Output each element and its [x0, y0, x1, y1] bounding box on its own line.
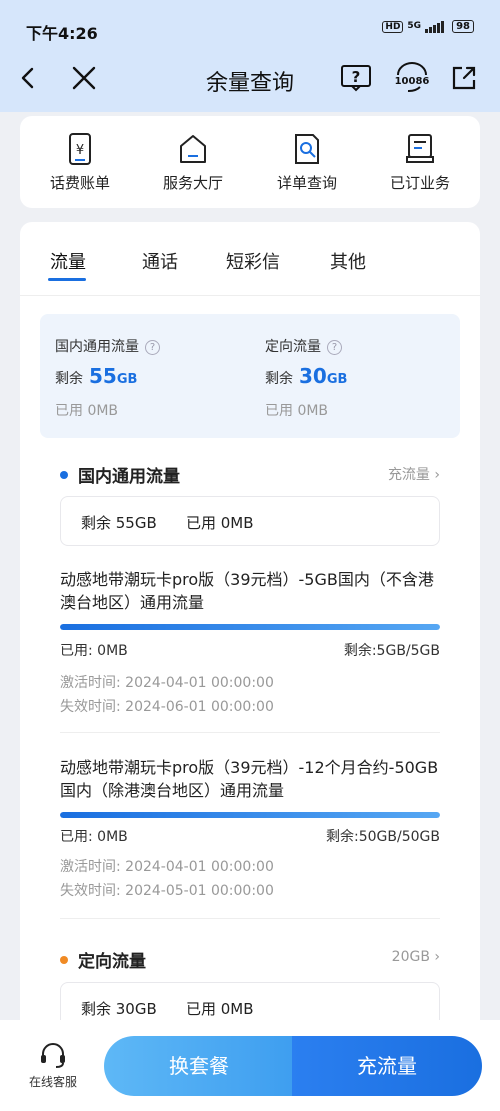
- bottom-bar: 在线客服 换套餐 充流量: [0, 1020, 500, 1111]
- blue-dot-icon: [60, 471, 68, 479]
- signal-icon: [425, 20, 445, 33]
- quick-subscribed[interactable]: 已订业务: [370, 132, 470, 193]
- chip-remain: 剩余 30GB: [81, 1000, 157, 1018]
- tab-sms[interactable]: 短彩信: [226, 248, 280, 274]
- hotline-icon[interactable]: 10086: [390, 60, 434, 96]
- change-plan-button[interactable]: 换套餐: [104, 1036, 294, 1096]
- help-icon[interactable]: ?: [338, 60, 374, 96]
- help-circle-icon[interactable]: ?: [327, 340, 342, 355]
- tab-data[interactable]: 流量: [50, 248, 86, 274]
- package-remain: 剩余:5GB/5GB: [343, 643, 440, 659]
- quick-detail-label: 详单查询: [276, 174, 337, 192]
- battery-icon: 98: [452, 20, 474, 33]
- quick-hall-label: 服务大厅: [162, 174, 223, 192]
- headset-icon: [41, 1043, 65, 1068]
- directed-amount-link[interactable]: 20GB ›: [392, 949, 440, 965]
- subscribed-service-icon: [406, 134, 434, 163]
- hd-badge: HD: [382, 20, 404, 33]
- home-icon: [180, 135, 206, 163]
- package-used: 已用: 0MB: [60, 829, 128, 845]
- divider: [60, 918, 440, 919]
- quick-hall[interactable]: 服务大厅: [143, 132, 243, 193]
- chip-used: 已用 0MB: [186, 1000, 254, 1018]
- bill-phone-icon: ¥: [69, 133, 91, 165]
- package-activated: 激活时间: 2024-04-01 00:00:00: [60, 675, 274, 691]
- network-type: 5G: [407, 21, 422, 31]
- package-used: 已用: 0MB: [60, 643, 128, 659]
- summary-general-title: 国内通用流量?: [55, 336, 160, 356]
- nav-bar: 余量查询 ? 10086: [0, 56, 500, 102]
- general-chip: 剩余 55GB 已用 0MB: [60, 496, 440, 546]
- svg-text:?: ?: [352, 68, 361, 86]
- usage-summary: 国内通用流量? 剩余 55GB 已用 0MB 定向流量? 剩余 30GB 已用 0M…: [40, 314, 460, 438]
- summary-directed-used: 已用 0MB: [265, 403, 329, 419]
- hotline-number: 10086: [395, 76, 430, 87]
- quick-bill[interactable]: ¥ 话费账单: [30, 132, 130, 193]
- package-expires: 失效时间: 2024-06-01 00:00:00: [60, 699, 274, 715]
- recharge-link[interactable]: 充流量 ›: [388, 464, 440, 484]
- main-card: 流量 通话 短彩信 其他 国内通用流量? 剩余 55GB 已用 0MB 定向流量?…: [20, 222, 480, 1111]
- tab-indicator: [48, 278, 86, 281]
- directed-section-title: 定向流量: [60, 947, 146, 972]
- orange-dot-icon: [60, 956, 68, 964]
- summary-directed-title: 定向流量?: [265, 336, 342, 356]
- package-progress: [60, 624, 440, 630]
- quick-bill-label: 话费账单: [49, 174, 110, 192]
- share-icon[interactable]: [446, 60, 482, 96]
- online-service[interactable]: 在线客服: [18, 1040, 88, 1090]
- status-time: 下午4:26: [26, 24, 98, 43]
- package-progress: [60, 812, 440, 818]
- quick-detail[interactable]: 详单查询: [257, 132, 357, 193]
- top-bar: 下午4:26 HD 5G 98 余量查询 ? 10086: [0, 0, 500, 112]
- summary-general-remain: 剩余 55GB: [55, 364, 138, 388]
- detail-search-icon: [295, 134, 319, 164]
- svg-text:¥: ¥: [76, 143, 84, 158]
- package-expires: 失效时间: 2024-05-01 00:00:00: [60, 883, 274, 899]
- quick-actions: ¥ 话费账单 服务大厅 详单查询 已订业务: [20, 116, 480, 208]
- package-activated: 激活时间: 2024-04-01 00:00:00: [60, 859, 274, 875]
- quick-subscribed-label: 已订业务: [389, 174, 450, 192]
- tab-calls[interactable]: 通话: [142, 248, 178, 274]
- summary-directed-remain: 剩余 30GB: [265, 364, 348, 388]
- tab-bar: 流量 通话 短彩信 其他: [20, 222, 480, 296]
- chip-used: 已用 0MB: [186, 514, 254, 532]
- summary-general-used: 已用 0MB: [55, 403, 119, 419]
- tab-other[interactable]: 其他: [330, 248, 366, 274]
- package-title: 动感地带潮玩卡pro版（39元档）-5GB国内（不含港澳台地区）通用流量: [60, 570, 434, 612]
- package-usage-row: 已用: 0MB 剩余:50GB/50GB: [60, 826, 440, 846]
- divider: [60, 732, 440, 733]
- recharge-button[interactable]: 充流量: [292, 1036, 482, 1096]
- package-remain: 剩余:50GB/50GB: [326, 829, 440, 845]
- status-bar: 下午4:26 HD 5G 98: [0, 0, 500, 56]
- general-section-title: 国内通用流量: [60, 462, 180, 487]
- status-icons: HD 5G 98: [382, 20, 474, 33]
- package-title: 动感地带潮玩卡pro版（39元档）-12个月合约-50GB国内（除港澳台地区）通…: [60, 758, 439, 800]
- online-service-label: 在线客服: [28, 1075, 77, 1089]
- chip-remain: 剩余 55GB: [81, 514, 157, 532]
- package-usage-row: 已用: 0MB 剩余:5GB/5GB: [60, 640, 440, 660]
- help-circle-icon[interactable]: ?: [145, 340, 160, 355]
